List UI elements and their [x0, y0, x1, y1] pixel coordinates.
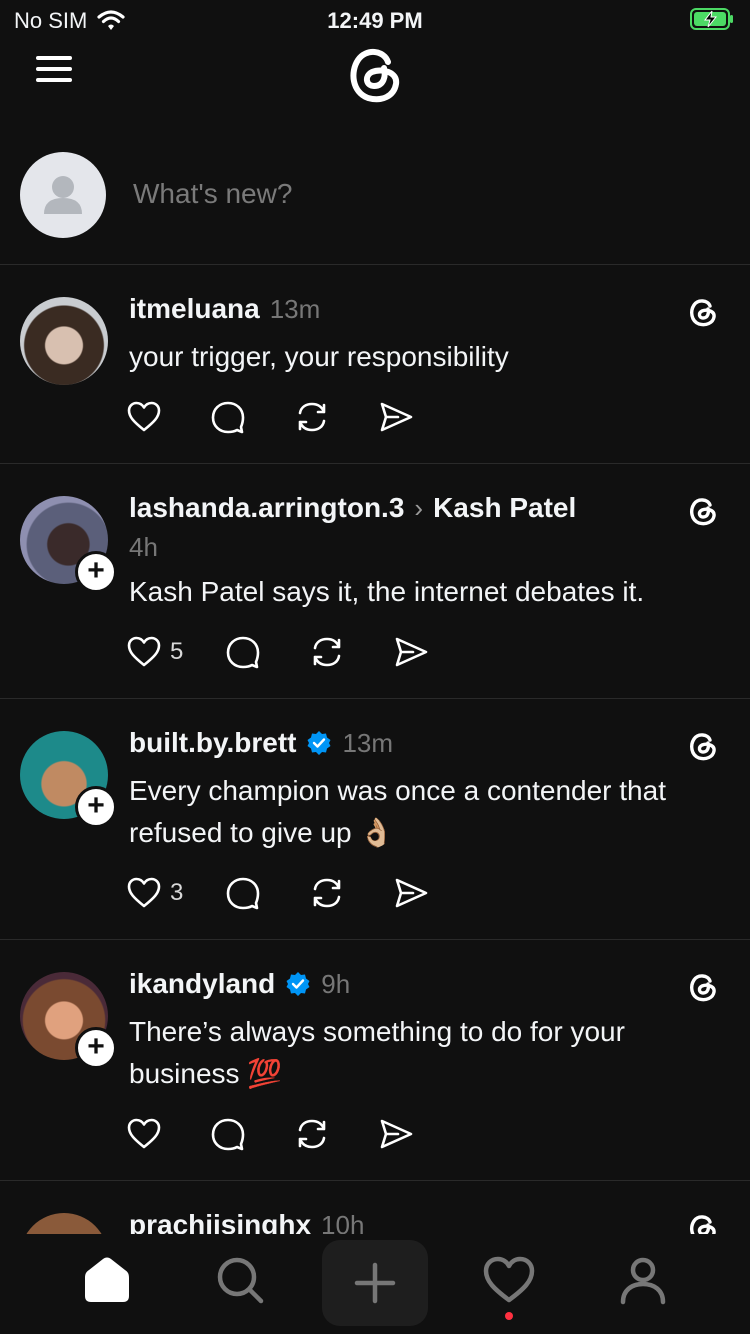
share-button[interactable] [393, 632, 429, 672]
like-button[interactable] [126, 397, 162, 437]
composer[interactable]: What's new? [0, 152, 750, 265]
status-bar: No SIM 12:49 PM [0, 0, 750, 40]
home-icon[interactable] [77, 1250, 137, 1310]
clock: 12:49 PM [327, 8, 423, 33]
like-button[interactable]: 5 [126, 632, 183, 672]
notification-dot [505, 1312, 513, 1320]
post-time: 10h [321, 1209, 365, 1236]
share-button[interactable] [378, 1114, 414, 1154]
post[interactable]: + built.by.brett 13m Every champion was … [0, 699, 750, 940]
post-text: Every champion was once a contender that… [129, 775, 666, 848]
post-header: itmeluana 13m [129, 293, 320, 325]
post-time: 13m [269, 293, 321, 324]
repost-button[interactable] [294, 1114, 330, 1154]
heart-icon [127, 1118, 161, 1149]
new-thread-button[interactable] [322, 1240, 428, 1326]
share-icon [396, 878, 428, 908]
share-button[interactable] [378, 397, 414, 437]
repost-icon [298, 402, 326, 432]
profile-icon[interactable] [613, 1250, 673, 1310]
post-header: lashanda.arrington.3 › Kash Patel [129, 492, 576, 524]
comment-button[interactable] [210, 397, 246, 437]
threads-logo-icon [690, 498, 716, 526]
comment-button[interactable] [225, 873, 261, 913]
search-icon[interactable] [210, 1250, 270, 1310]
post[interactable]: itmeluana 13m your trigger, your respons… [0, 265, 750, 464]
post[interactable]: prachiisinghx 10h [0, 1181, 750, 1235]
threads-logo[interactable] [342, 40, 408, 106]
threads-logo-icon [690, 733, 716, 761]
post-header: ikandyland 9h [129, 968, 350, 1000]
verified-badge-icon [286, 972, 310, 996]
post-actions: 3 [126, 873, 477, 913]
post-actions: 5 [126, 632, 477, 672]
composer-placeholder[interactable]: What's new? [133, 178, 292, 210]
repost-button[interactable] [294, 397, 330, 437]
post-header: prachiisinghx 10h [129, 1209, 364, 1235]
like-button[interactable]: 3 [126, 873, 183, 913]
default-avatar-icon [44, 176, 82, 214]
threads-logo-icon [690, 974, 716, 1002]
like-count: 5 [170, 638, 184, 665]
username[interactable]: ikandyland [129, 968, 275, 1000]
avatar[interactable] [20, 1213, 108, 1235]
post-text: Kash Patel says it, the internet debates… [129, 576, 645, 607]
share-icon [380, 402, 413, 432]
top-bar [0, 40, 750, 112]
heart-icon [127, 877, 161, 908]
username[interactable]: itmeluana [129, 293, 260, 325]
tab-bar [0, 1234, 750, 1334]
heart-icon [127, 401, 161, 432]
follow-button[interactable]: + [75, 1027, 117, 1069]
comment-button[interactable] [210, 1114, 246, 1154]
comment-icon [227, 877, 260, 910]
repost-button[interactable] [309, 632, 345, 672]
heart-icon [127, 636, 161, 667]
like-count: 3 [170, 879, 184, 906]
plus-icon [354, 1262, 396, 1304]
share-icon [380, 1119, 413, 1149]
threads-logo-icon [690, 299, 716, 327]
share-icon [396, 637, 428, 667]
menu-icon[interactable] [36, 54, 74, 84]
username[interactable]: prachiisinghx [129, 1209, 311, 1235]
post-header: built.by.brett 13m [129, 727, 393, 759]
post-time: 13m [342, 727, 394, 758]
repost-button[interactable] [309, 873, 345, 913]
post-time: 4h [129, 532, 158, 562]
follow-button[interactable]: + [75, 551, 117, 593]
post-actions [126, 397, 462, 437]
verified-badge-icon [307, 731, 331, 755]
reply-arrow-icon: › [414, 492, 424, 523]
repost-icon [314, 637, 341, 667]
post[interactable]: + ikandyland 9h There’s always something… [0, 940, 750, 1181]
post-actions [126, 1114, 462, 1154]
follow-button[interactable]: + [75, 786, 117, 828]
post-time: 9h [321, 968, 351, 999]
comment-icon [211, 401, 245, 434]
username[interactable]: lashanda.arrington.3 [129, 492, 404, 524]
activity-heart-icon[interactable] [479, 1250, 539, 1310]
comment-icon [211, 1118, 245, 1151]
post-text: your trigger, your responsibility [129, 341, 509, 372]
reply-to-user[interactable]: Kash Patel [433, 492, 576, 524]
like-button[interactable] [126, 1114, 162, 1154]
threads-logo-icon [690, 1215, 716, 1235]
share-button[interactable] [393, 873, 429, 913]
username[interactable]: built.by.brett [129, 727, 296, 759]
avatar[interactable] [20, 297, 108, 385]
post[interactable]: + lashanda.arrington.3 › Kash Patel 4h K… [0, 464, 750, 699]
comment-button[interactable] [225, 632, 261, 672]
repost-icon [298, 1119, 326, 1149]
repost-icon [314, 878, 341, 908]
composer-avatar [20, 152, 106, 238]
battery-charging-icon [690, 8, 733, 30]
comment-icon [227, 636, 260, 669]
post-text: There’s always something to do for your … [129, 1016, 625, 1089]
